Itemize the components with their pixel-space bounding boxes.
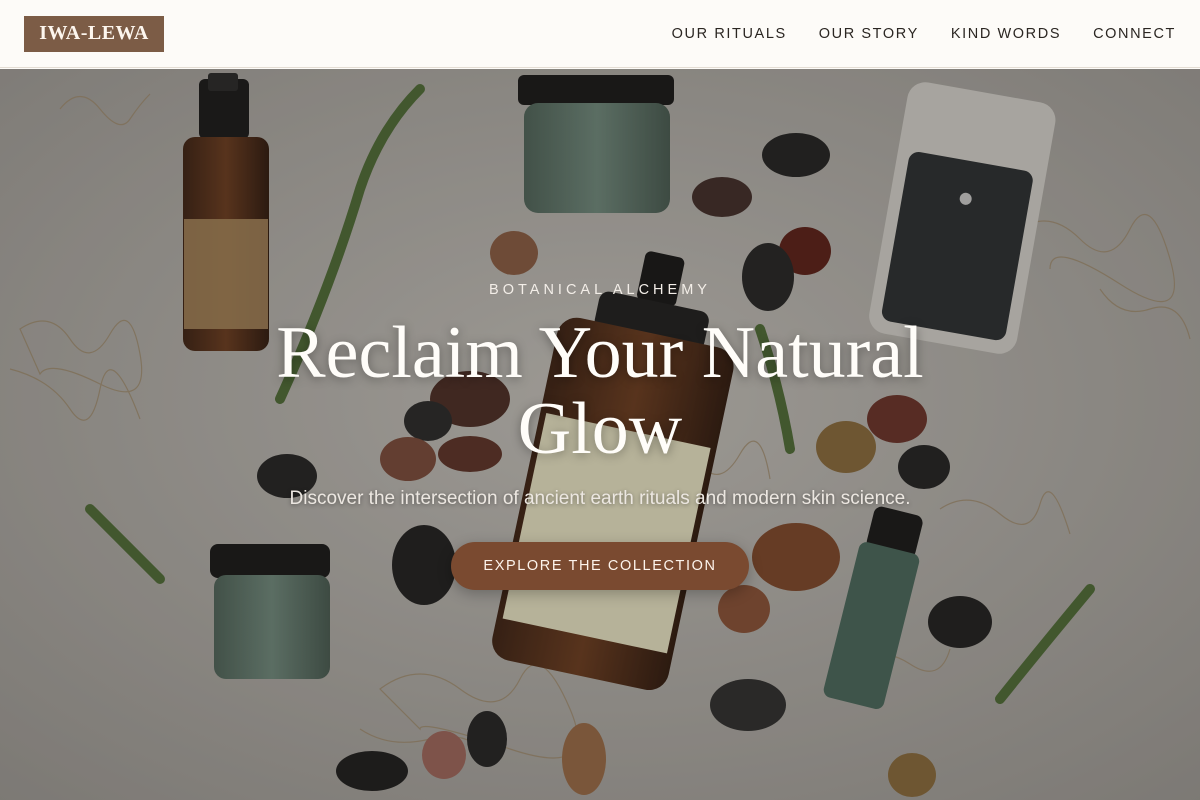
hero-subtitle: Discover the intersection of ancient ear…: [289, 488, 911, 509]
nav-link-our-rituals[interactable]: OUR RITUALS: [672, 26, 787, 42]
top-navigation-bar: IWA-LEWA OUR RITUALS OUR STORY KIND WORD…: [0, 0, 1200, 68]
hero-headline: Reclaim Your Natural Glow: [276, 312, 924, 470]
hero-eyebrow: BOTANICAL ALCHEMY: [489, 282, 711, 298]
nav-link-our-story[interactable]: OUR STORY: [819, 26, 919, 42]
hero-content: BOTANICAL ALCHEMY Reclaim Your Natural G…: [0, 69, 1200, 800]
brand-logo-text: IWA-LEWA: [39, 22, 149, 44]
hero-section: BOTANICAL ALCHEMY Reclaim Your Natural G…: [0, 69, 1200, 800]
nav-link-connect[interactable]: CONNECT: [1093, 26, 1176, 42]
main-nav: OUR RITUALS OUR STORY KIND WORDS CONNECT: [672, 26, 1176, 42]
nav-link-kind-words[interactable]: KIND WORDS: [951, 26, 1061, 42]
explore-collection-button[interactable]: EXPLORE THE COLLECTION: [451, 542, 749, 590]
brand-logo[interactable]: IWA-LEWA: [24, 15, 164, 52]
